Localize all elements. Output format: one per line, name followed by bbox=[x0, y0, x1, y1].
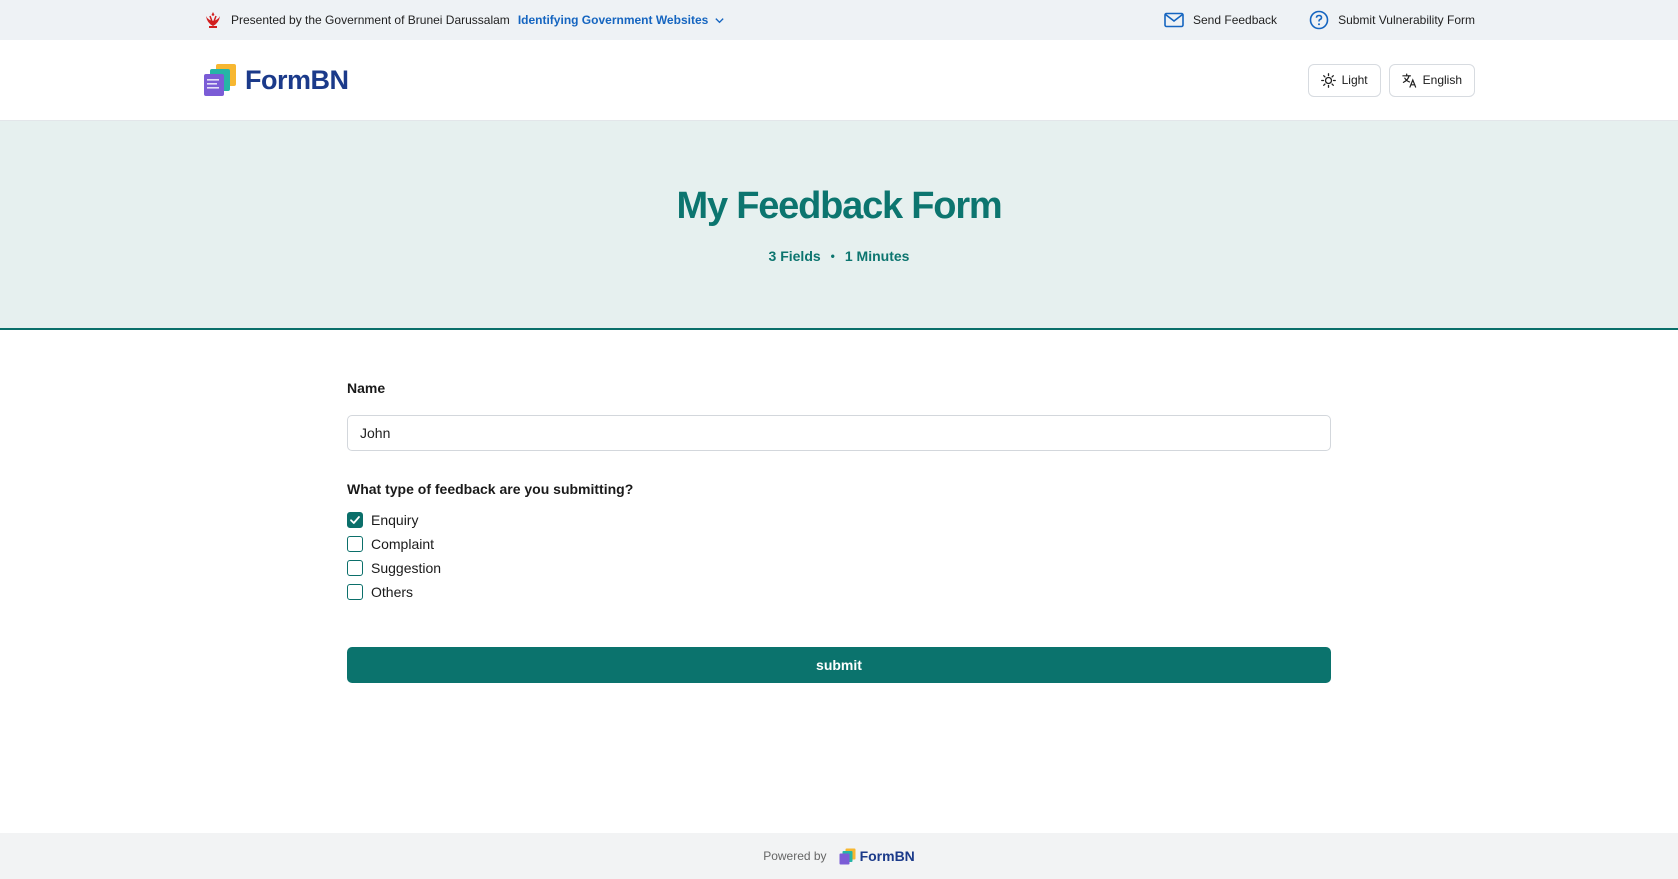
enquiry-checkbox[interactable] bbox=[347, 512, 363, 528]
site-header: FormBN Light English bbox=[0, 40, 1678, 121]
complaint-label: Complaint bbox=[371, 536, 435, 552]
field-count: 3 Fields bbox=[768, 248, 821, 264]
question-circle-icon bbox=[1309, 10, 1329, 30]
presented-by-text: Presented by the Government of Brunei Da… bbox=[231, 13, 510, 27]
theme-toggle-label: Light bbox=[1341, 73, 1368, 87]
enquiry-label: Enquiry bbox=[371, 512, 419, 528]
others-label: Others bbox=[371, 584, 414, 600]
feedback-type-label: What type of feedback are you submitting… bbox=[347, 481, 634, 497]
language-label: English bbox=[1422, 73, 1462, 87]
formbn-logo-link[interactable]: FormBN bbox=[203, 63, 349, 97]
send-feedback-link[interactable]: Send Feedback bbox=[1164, 12, 1277, 28]
suggestion-checkbox[interactable] bbox=[347, 560, 363, 576]
sun-icon bbox=[1320, 72, 1336, 88]
site-footer: Powered by FormBN bbox=[0, 833, 1678, 879]
time-estimate: 1 Minutes bbox=[844, 248, 910, 264]
option-suggestion[interactable]: Suggestion bbox=[347, 556, 441, 580]
brunei-crest-icon bbox=[206, 12, 220, 28]
footer-brand-name: FormBN bbox=[859, 848, 915, 864]
option-enquiry[interactable]: Enquiry bbox=[347, 508, 441, 532]
brand-name: FormBN bbox=[245, 64, 349, 95]
meta-separator: • bbox=[830, 249, 835, 263]
gov-identity: Presented by the Government of Brunei Da… bbox=[203, 11, 725, 29]
identify-gov-websites-label: Identifying Government Websites bbox=[517, 13, 709, 27]
submit-vulnerability-link[interactable]: Submit Vulnerability Form bbox=[1309, 10, 1475, 30]
submit-vulnerability-label: Submit Vulnerability Form bbox=[1338, 13, 1475, 27]
check-icon bbox=[350, 516, 360, 524]
gov-banner: Presented by the Government of Brunei Da… bbox=[0, 0, 1678, 40]
identify-gov-websites-link[interactable]: Identifying Government Websites bbox=[518, 13, 725, 27]
complaint-checkbox[interactable] bbox=[347, 536, 363, 552]
feedback-form: Name What type of feedback are you submi… bbox=[347, 380, 1331, 683]
formbn-logo-icon bbox=[839, 848, 856, 864]
footer-formbn-link[interactable]: FormBN bbox=[839, 848, 915, 865]
chevron-down-icon bbox=[715, 17, 724, 23]
submit-button[interactable]: submit bbox=[347, 647, 1331, 683]
feedback-type-options: Enquiry Complaint Suggestion Others bbox=[347, 508, 441, 604]
form-meta: 3 Fields • 1 Minutes bbox=[0, 248, 1678, 264]
others-checkbox[interactable] bbox=[347, 584, 363, 600]
translate-icon bbox=[1401, 73, 1416, 88]
option-others[interactable]: Others bbox=[347, 580, 441, 604]
option-complaint[interactable]: Complaint bbox=[347, 532, 441, 556]
mail-icon bbox=[1164, 12, 1184, 28]
powered-by-text: Powered by bbox=[763, 849, 827, 863]
language-button[interactable]: English bbox=[1388, 63, 1475, 97]
send-feedback-label: Send Feedback bbox=[1193, 13, 1278, 27]
formbn-logo-icon bbox=[204, 64, 236, 96]
suggestion-label: Suggestion bbox=[371, 560, 442, 576]
name-label: Name bbox=[347, 380, 386, 396]
form-hero: My Feedback Form 3 Fields • 1 Minutes bbox=[0, 121, 1678, 330]
name-input[interactable] bbox=[347, 415, 1331, 451]
form-title: My Feedback Form bbox=[676, 185, 1002, 227]
theme-toggle-button[interactable]: Light bbox=[1307, 63, 1381, 97]
